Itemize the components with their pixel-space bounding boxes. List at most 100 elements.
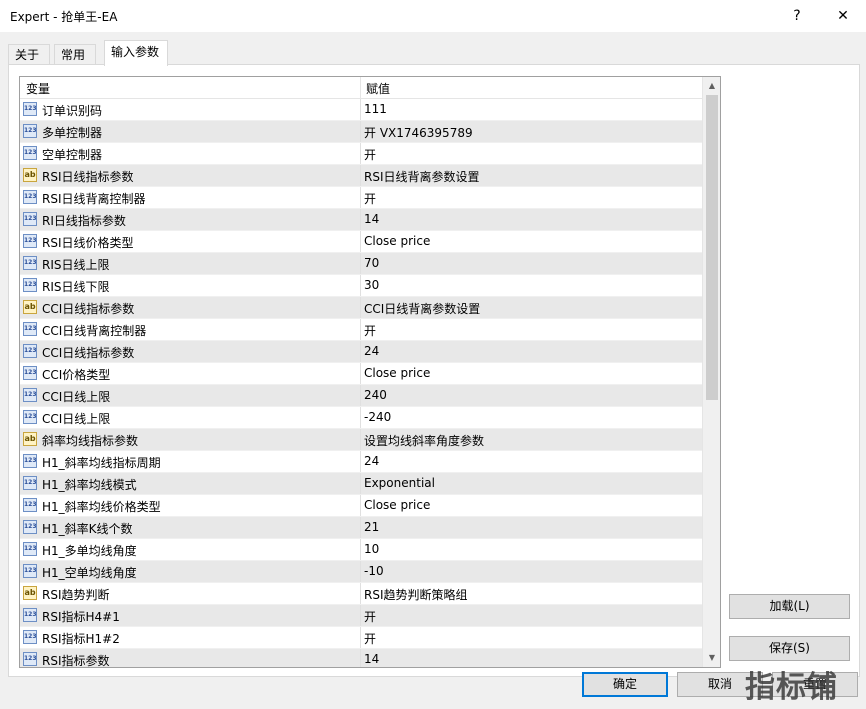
parameter-name: CCI日线背离控制器 [42,324,147,338]
cell-divider [360,407,361,428]
table-row[interactable]: 123 H1_斜率均线指标周期 24 [20,451,702,473]
number-type-icon: 123 [23,102,37,116]
parameter-value[interactable]: 10 [364,542,379,556]
parameter-value[interactable]: RSI日线背离参数设置 [364,168,480,185]
table-row[interactable]: 123 CCI日线上限 240 [20,385,702,407]
help-button[interactable]: ? [774,0,820,32]
number-type-icon: 123 [23,124,37,138]
table-row[interactable]: 123 H1_斜率K线个数 21 [20,517,702,539]
ok-button[interactable]: 确定 [582,672,668,697]
table-row[interactable]: 123 RSI日线背离控制器 开 [20,187,702,209]
cell-divider [360,297,361,318]
table-row[interactable]: 123 RSI指标H1#2 开 [20,627,702,649]
number-type-icon: 123 [23,234,37,248]
table-row[interactable]: 123 订单识别码 111 [20,99,702,121]
number-type-icon: 123 [23,630,37,644]
parameter-value[interactable]: Close price [364,498,430,512]
table-row[interactable]: 123 H1_斜率均线价格类型 Close price [20,495,702,517]
load-button[interactable]: 加载(L) [729,594,850,619]
cell-divider [360,209,361,230]
table-row[interactable]: 123 空单控制器 开 [20,143,702,165]
parameter-name: RIS日线下限 [42,280,110,294]
parameter-name: RSI日线背离控制器 [42,192,146,206]
parameter-value[interactable]: 240 [364,388,387,402]
scroll-up-arrow-icon[interactable]: ▲ [703,77,720,94]
parameter-value[interactable]: 24 [364,344,379,358]
number-type-icon: 123 [23,212,37,226]
parameter-value[interactable]: 111 [364,102,387,116]
title-bar: Expert - 抢单王-EA ? ✕ [0,0,866,32]
parameter-value[interactable]: 14 [364,212,379,226]
table-row[interactable]: 123 RSI指标参数 14 [20,649,702,667]
parameter-value[interactable]: 21 [364,520,379,534]
table-row[interactable]: 123 RSI日线价格类型 Close price [20,231,702,253]
parameter-name: RIS日线上限 [42,258,110,272]
column-divider[interactable] [360,77,361,98]
cell-divider [360,253,361,274]
tab-about[interactable]: 关于 [8,44,50,65]
string-type-icon: ab [23,168,37,182]
watermark-logo: 指标铺 [745,670,838,705]
parameter-value[interactable]: 24 [364,454,379,468]
parameter-value[interactable]: Exponential [364,476,435,490]
table-row[interactable]: 123 CCI价格类型 Close price [20,363,702,385]
cell-divider [360,385,361,406]
table-row[interactable]: ab 斜率均线指标参数 设置均线斜率角度参数 [20,429,702,451]
parameter-value[interactable]: 开 [364,146,376,163]
table-row[interactable]: 123 H1_空单均线角度 -10 [20,561,702,583]
cell-divider [360,429,361,450]
table-row[interactable]: ab RSI日线指标参数 RSI日线背离参数设置 [20,165,702,187]
tab-common[interactable]: 常用 [54,44,96,65]
table-row[interactable]: 123 RIS日线上限 70 [20,253,702,275]
parameter-value[interactable]: 开 [364,322,376,339]
parameter-name: H1_多单均线角度 [42,544,137,558]
column-header-value[interactable]: 赋值 [366,80,390,97]
column-header-variable[interactable]: 变量 [26,80,50,97]
parameter-value[interactable]: 开 [364,608,376,625]
cell-divider [360,649,361,667]
close-button[interactable]: ✕ [820,0,866,32]
parameter-name: RI日线指标参数 [42,214,126,228]
parameter-value[interactable]: 开 [364,630,376,647]
parameter-value[interactable]: -10 [364,564,384,578]
parameter-value[interactable]: 设置均线斜率角度参数 [364,432,484,449]
scroll-down-arrow-icon[interactable]: ▼ [703,649,720,666]
parameter-value[interactable]: 开 VX1746395789 [364,124,473,141]
parameter-value[interactable]: Close price [364,234,430,248]
tab-inputs[interactable]: 输入参数 [104,40,168,66]
table-row[interactable]: 123 H1_斜率均线模式 Exponential [20,473,702,495]
parameter-value[interactable]: Close price [364,366,430,380]
number-type-icon: 123 [23,366,37,380]
number-type-icon: 123 [23,608,37,622]
table-row[interactable]: 123 CCI日线背离控制器 开 [20,319,702,341]
table-row[interactable]: 123 H1_多单均线角度 10 [20,539,702,561]
table-row[interactable]: 123 CCI日线指标参数 24 [20,341,702,363]
parameter-value[interactable]: CCI日线背离参数设置 [364,300,480,317]
parameter-name: RSI趋势判断 [42,588,110,602]
parameter-value[interactable]: 开 [364,190,376,207]
cell-divider [360,495,361,516]
string-type-icon: ab [23,300,37,314]
parameter-value[interactable]: RSI趋势判断策略组 [364,586,468,603]
parameter-name: 斜率均线指标参数 [42,434,139,448]
cell-divider [360,231,361,252]
table-row[interactable]: ab CCI日线指标参数 CCI日线背离参数设置 [20,297,702,319]
cell-divider [360,319,361,340]
parameter-value[interactable]: 70 [364,256,379,270]
table-row[interactable]: 123 RI日线指标参数 14 [20,209,702,231]
cell-divider [360,275,361,296]
number-type-icon: 123 [23,410,37,424]
scroll-thumb[interactable] [706,95,718,400]
parameter-value[interactable]: 14 [364,652,379,666]
parameter-name: RSI指标H4#1 [42,610,120,624]
table-row[interactable]: 123 多单控制器 开 VX1746395789 [20,121,702,143]
parameter-value[interactable]: 30 [364,278,379,292]
table-row[interactable]: 123 CCI日线上限 -240 [20,407,702,429]
vertical-scrollbar[interactable]: ▲ ▼ [702,77,720,667]
save-button[interactable]: 保存(S) [729,636,850,661]
grid-header: 变量 赋值 [20,77,702,99]
parameter-value[interactable]: -240 [364,410,391,424]
table-row[interactable]: 123 RIS日线下限 30 [20,275,702,297]
table-row[interactable]: ab RSI趋势判断 RSI趋势判断策略组 [20,583,702,605]
table-row[interactable]: 123 RSI指标H4#1 开 [20,605,702,627]
